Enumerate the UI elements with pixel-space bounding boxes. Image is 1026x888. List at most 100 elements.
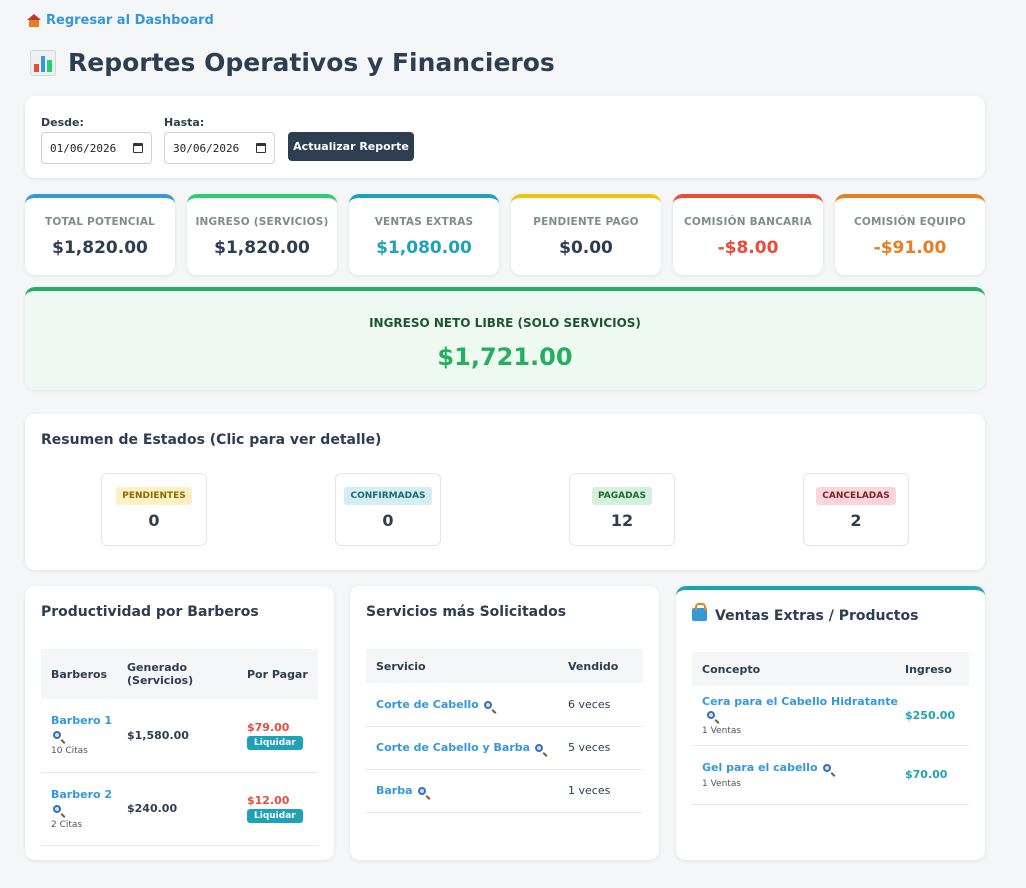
column-header: Ingreso: [905, 652, 969, 686]
calendar-icon[interactable]: [256, 143, 266, 153]
kpi-total-potencial: TOTAL POTENCIAL $1,820.00: [25, 194, 175, 275]
barber-pending: $79.00: [247, 720, 290, 734]
status-badge: CONFIRMADAS: [344, 487, 432, 505]
table-row: Barbero 2 2 Citas $240.00 $12.00 Liquida…: [41, 772, 318, 846]
magnifier-icon[interactable]: [417, 787, 426, 795]
barbers-title: Productividad por Barberos: [41, 604, 259, 620]
status-pendientes[interactable]: PENDIENTES 0: [101, 473, 207, 546]
service-link[interactable]: Barba: [376, 784, 413, 797]
kpi-ventas-extras: VENTAS EXTRAS $1,080.00: [349, 194, 499, 275]
house-icon: [27, 14, 41, 27]
to-field: Hasta: 30/06/2026: [164, 116, 275, 164]
column-header: Vendido: [568, 649, 643, 683]
status-summary-card: Resumen de Estados (Clic para ver detall…: [25, 414, 985, 570]
service-count: 1 veces: [568, 769, 643, 813]
magnifier-icon[interactable]: [53, 731, 61, 740]
kpi-label: COMISIÓN BANCARIA: [683, 216, 813, 228]
kpi-label: INGRESO (SERVICIOS): [195, 216, 329, 228]
from-date-value: 01/06/2026: [50, 141, 117, 155]
kpi-value: -$91.00: [873, 238, 947, 258]
page-title: Reportes Operativos y Financieros: [30, 48, 555, 77]
page-title-text: Reportes Operativos y Financieros: [68, 48, 555, 77]
extras-title-row: Ventas Extras / Productos: [692, 603, 919, 624]
update-report-button[interactable]: Actualizar Reporte: [288, 132, 414, 161]
status-canceladas[interactable]: CANCELADAS 2: [803, 473, 909, 546]
table-row: Corte de Cabello 6 veces: [366, 683, 643, 727]
barber-citas: 2 Citas: [51, 819, 83, 830]
barber-generated: $1,580.00: [127, 699, 247, 773]
net-income-value: $1,721.00: [437, 343, 573, 371]
service-count: 6 veces: [568, 683, 643, 727]
status-badge: CANCELADAS: [816, 487, 896, 505]
status-pagadas[interactable]: PAGADAS 12: [569, 473, 675, 546]
barber-name-link[interactable]: Barbero 2: [51, 788, 112, 801]
to-date-input[interactable]: 30/06/2026: [164, 132, 275, 164]
top-services-card: Servicios más Solicitados Servicio Vendi…: [350, 586, 659, 860]
back-to-dashboard-link[interactable]: Regresar al Dashboard: [27, 13, 214, 28]
service-link[interactable]: Corte de Cabello: [376, 698, 479, 711]
product-income: $250.00: [905, 686, 969, 746]
status-count: 0: [148, 511, 160, 530]
barber-pending: $12.00: [247, 794, 290, 807]
column-header: Generado (Servicios): [127, 649, 247, 699]
status-badge: PAGADAS: [591, 487, 652, 505]
status-confirmadas[interactable]: CONFIRMADAS 0: [335, 473, 441, 546]
barber-name-link[interactable]: Barbero 1: [51, 714, 112, 727]
kpi-value: $0.00: [559, 238, 613, 258]
column-header: Barberos: [41, 649, 127, 699]
status-summary-title: Resumen de Estados (Clic para ver detall…: [41, 432, 382, 448]
kpi-label: VENTAS EXTRAS: [374, 216, 474, 228]
kpi-label: TOTAL POTENCIAL: [44, 216, 156, 228]
shopping-bag-icon: [692, 603, 707, 621]
magnifier-icon[interactable]: [53, 804, 61, 813]
column-header: Concepto: [692, 652, 905, 686]
extras-title: Ventas Extras / Productos: [715, 608, 919, 624]
kpi-pendiente-pago: PENDIENTE PAGO $0.00: [511, 194, 661, 275]
status-count: 2: [850, 511, 862, 530]
magnifier-icon[interactable]: [535, 744, 544, 752]
product-income: $70.00: [905, 745, 969, 805]
kpi-ingreso-servicios: INGRESO (SERVICIOS) $1,820.00: [187, 194, 337, 275]
kpi-label: COMISIÓN EQUIPO: [854, 216, 966, 228]
table-row: Barbero 1 10 Citas $1,580.00 $79.00 Liqu…: [41, 699, 318, 773]
table-row: Barba 1 veces: [366, 769, 643, 813]
barber-citas: 10 Citas: [51, 746, 88, 757]
table-row: Corte de Cabello y Barba 5 veces: [366, 726, 643, 770]
services-title: Servicios más Solicitados: [366, 604, 567, 620]
net-income-card: INGRESO NETO LIBRE (SOLO SERVICIOS) $1,7…: [25, 287, 985, 390]
calendar-icon[interactable]: [133, 143, 143, 153]
magnifier-icon[interactable]: [822, 763, 831, 772]
status-count: 0: [382, 511, 394, 530]
kpi-comision-equipo: COMISIÓN EQUIPO -$91.00: [835, 194, 985, 275]
back-link-label: Regresar al Dashboard: [46, 13, 214, 28]
product-link[interactable]: Gel para el cabello: [702, 761, 818, 774]
liquidar-button[interactable]: Liquidar: [247, 735, 303, 750]
table-row: Gel para el cabello 1 Ventas $70.00: [692, 745, 969, 805]
kpi-value: $1,820.00: [52, 238, 148, 258]
column-header: Por Pagar: [247, 649, 318, 699]
service-count: 5 veces: [568, 726, 643, 770]
liquidar-button[interactable]: Liquidar: [247, 809, 303, 823]
kpi-value: $1,820.00: [214, 238, 310, 258]
kpi-comision-bancaria: COMISIÓN BANCARIA -$8.00: [673, 194, 823, 275]
from-label: Desde:: [41, 116, 84, 129]
product-sales: 1 Ventas: [702, 778, 742, 789]
services-table: Servicio Vendido Corte de Cabello 6 vece…: [366, 649, 643, 813]
table-row: Cera para el Cabello Hidratante 1 Ventas…: [692, 686, 969, 746]
barbers-table: Barberos Generado (Servicios) Por Pagar …: [41, 649, 318, 846]
product-link[interactable]: Cera para el Cabello Hidratante: [702, 695, 898, 708]
product-sales: 1 Ventas: [702, 725, 742, 736]
from-field: Desde: 01/06/2026: [41, 116, 152, 164]
kpi-value: -$8.00: [717, 238, 779, 258]
magnifier-icon[interactable]: [483, 700, 492, 709]
extras-products-card: Ventas Extras / Productos Concepto Ingre…: [676, 586, 985, 860]
net-income-label: INGRESO NETO LIBRE (SOLO SERVICIOS): [369, 316, 641, 330]
magnifier-icon[interactable]: [707, 710, 715, 719]
from-date-input[interactable]: 01/06/2026: [41, 132, 152, 164]
to-date-value: 30/06/2026: [173, 141, 240, 155]
service-link[interactable]: Corte de Cabello y Barba: [376, 741, 530, 754]
kpi-value: $1,080.00: [376, 238, 472, 258]
bar-chart-icon: [30, 49, 56, 76]
kpi-label: PENDIENTE PAGO: [533, 216, 639, 228]
status-count: 12: [610, 511, 634, 530]
